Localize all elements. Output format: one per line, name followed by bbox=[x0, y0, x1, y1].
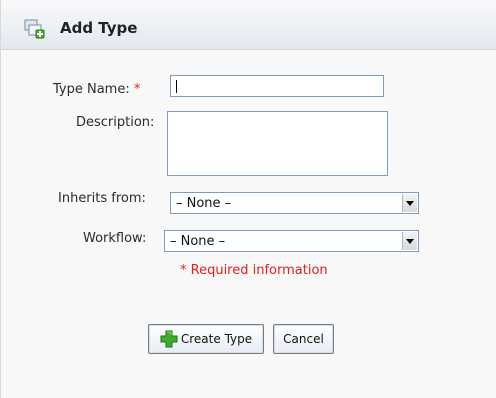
type-name-label: Type Name: * bbox=[53, 82, 141, 97]
add-type-dialog: Add Type Type Name: * Description: Inher… bbox=[0, 0, 496, 398]
workflow-label: Workflow: bbox=[83, 231, 147, 246]
chevron-down-icon[interactable] bbox=[402, 232, 417, 250]
workflow-value: – None – bbox=[170, 234, 226, 249]
chevron-down-icon[interactable] bbox=[402, 194, 417, 212]
description-label: Description: bbox=[76, 115, 155, 130]
description-textarea[interactable] bbox=[167, 111, 388, 176]
inherits-from-select[interactable]: – None – bbox=[170, 192, 419, 214]
create-type-label: Create Type bbox=[180, 332, 253, 346]
dialog-title: Add Type bbox=[60, 19, 138, 37]
inherits-from-label: Inherits from: bbox=[58, 191, 146, 206]
add-type-icon bbox=[24, 19, 45, 39]
required-information-note: * Required information bbox=[180, 263, 328, 278]
text-cursor bbox=[176, 80, 177, 93]
green-plus-icon bbox=[160, 330, 178, 348]
required-marker: * bbox=[133, 82, 141, 97]
cancel-button[interactable]: Cancel bbox=[273, 324, 334, 354]
dialog-header: Add Type bbox=[1, 8, 496, 50]
type-name-input[interactable] bbox=[170, 75, 384, 97]
workflow-select[interactable]: – None – bbox=[164, 230, 419, 252]
inherits-from-value: – None – bbox=[176, 196, 232, 211]
create-type-button[interactable]: Create Type bbox=[148, 324, 264, 354]
cancel-label: Cancel bbox=[283, 332, 324, 346]
